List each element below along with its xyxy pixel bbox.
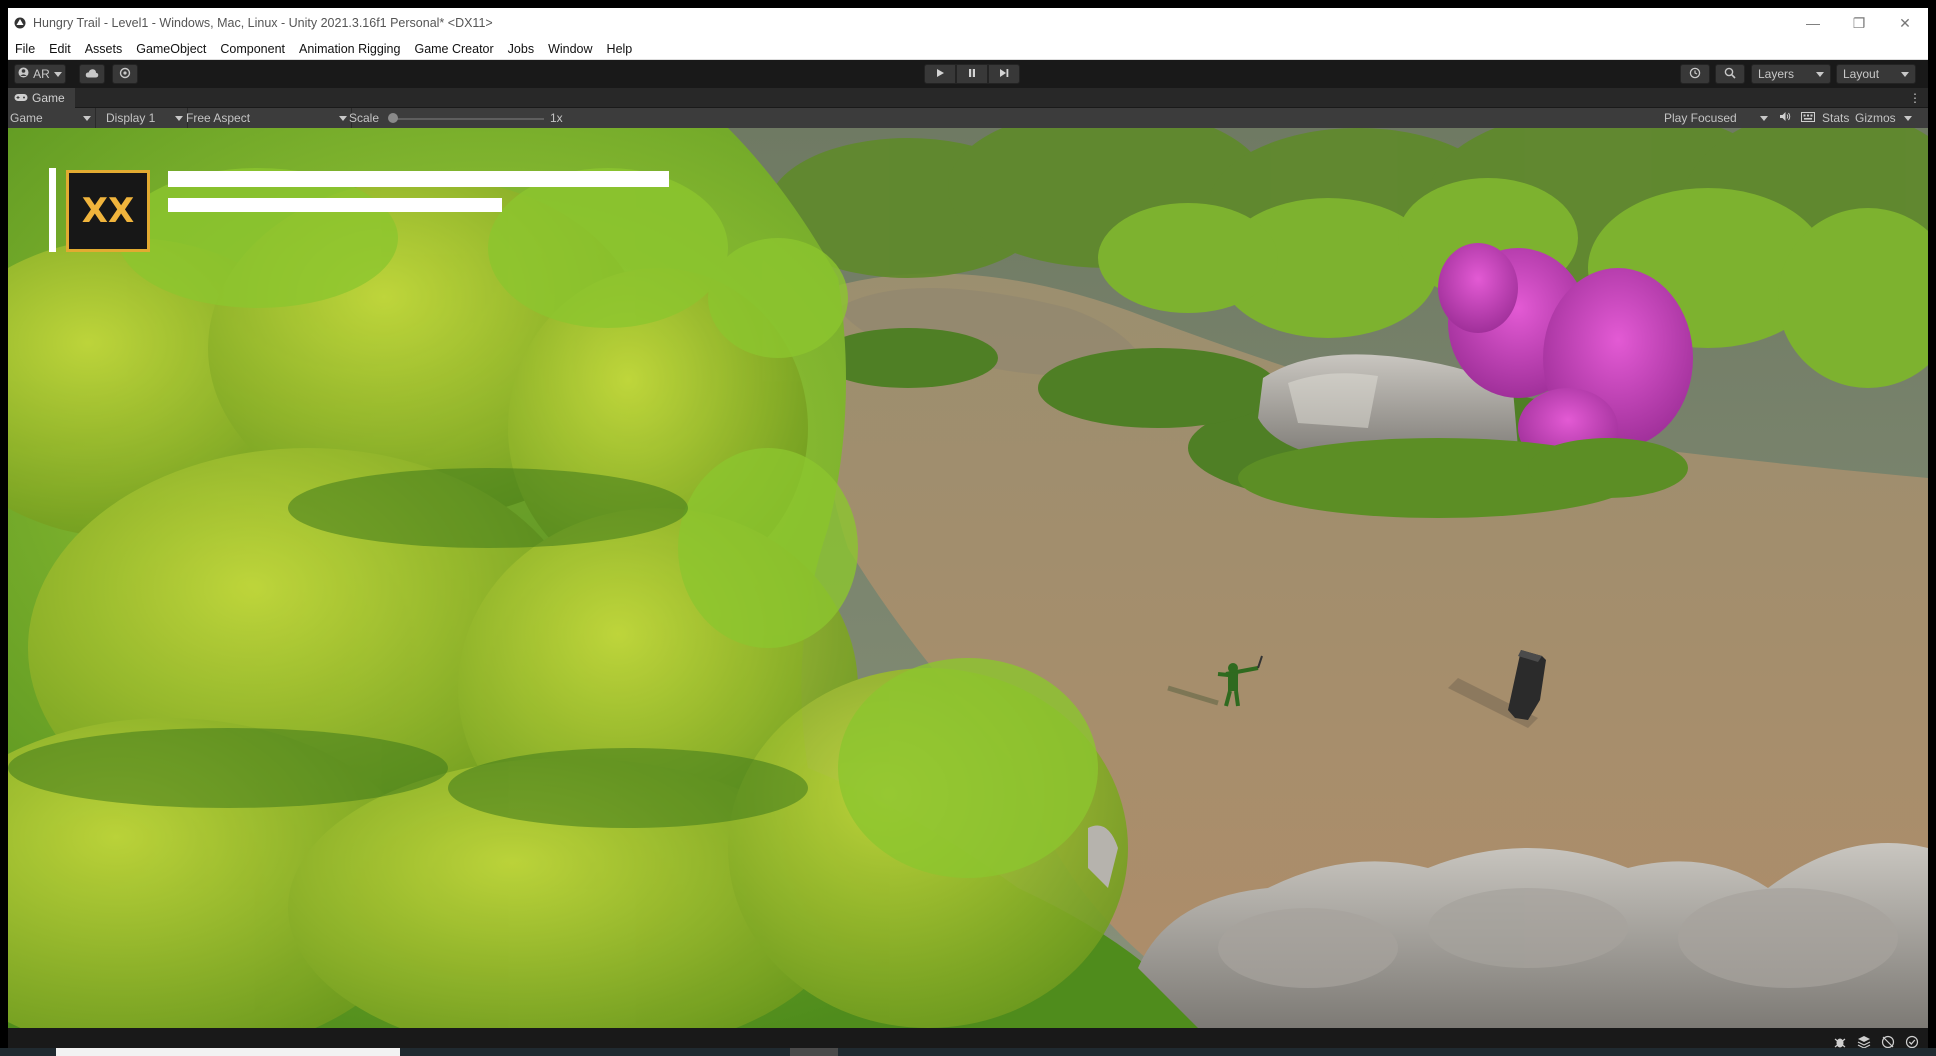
more-options-icon[interactable]: ⋮ — [1909, 91, 1921, 105]
menu-jobs[interactable]: Jobs — [501, 38, 541, 60]
minimize-button[interactable]: — — [1790, 8, 1836, 38]
title-bar: Hungry Trail - Level1 - Windows, Mac, Li… — [8, 8, 1928, 38]
view-mode-dropdown[interactable]: Game — [8, 108, 96, 128]
chevron-down-icon — [1760, 115, 1768, 121]
collab-icon — [119, 67, 131, 82]
unity-editor-window: Hungry Trail - Level1 - Windows, Mac, Li… — [8, 8, 1928, 1056]
unity-logo-icon — [13, 16, 27, 30]
keyboard-icon — [1801, 111, 1815, 125]
playmode-controls — [924, 64, 1020, 84]
menu-file[interactable]: File — [8, 38, 42, 60]
main-toolbar: AR Layers Layout — [8, 60, 1928, 88]
aspect-label: Free Aspect — [186, 111, 251, 125]
account-icon — [18, 67, 29, 81]
menu-assets[interactable]: Assets — [78, 38, 130, 60]
game-tab-row: Game ⋮ — [8, 87, 1928, 108]
chevron-down-icon — [83, 115, 91, 121]
chevron-down-icon — [339, 115, 347, 121]
cloud-button[interactable] — [79, 64, 105, 84]
scale-slider-handle[interactable] — [388, 113, 398, 123]
shortcuts-button[interactable] — [1799, 110, 1817, 126]
search-icon — [1724, 67, 1736, 82]
undo-history-button[interactable] — [1680, 64, 1710, 84]
menu-game-creator[interactable]: Game Creator — [407, 38, 500, 60]
account-label: AR — [33, 67, 50, 81]
hud-subtitle-bar — [168, 198, 502, 212]
gizmos-label: Gizmos — [1855, 111, 1896, 125]
chevron-down-icon — [175, 115, 183, 121]
aspect-dropdown[interactable]: Free Aspect — [184, 108, 352, 128]
scale-slider-track[interactable] — [392, 118, 544, 120]
taskbar-app[interactable] — [790, 1048, 838, 1056]
layout-dropdown[interactable]: Layout — [1836, 64, 1916, 84]
display-dropdown[interactable]: Display 1 — [104, 108, 188, 128]
game-view-toolbar: Game Display 1 Free Aspect Scale 1x Play… — [8, 108, 1928, 128]
menu-bar: File Edit Assets GameObject Component An… — [8, 38, 1928, 60]
step-button[interactable] — [988, 64, 1020, 84]
layers-dropdown[interactable]: Layers — [1751, 64, 1831, 84]
audio-mute-button[interactable] — [1776, 110, 1794, 126]
menu-help[interactable]: Help — [600, 38, 640, 60]
gizmos-dropdown[interactable]: Gizmos — [1855, 108, 1912, 128]
menu-component[interactable]: Component — [213, 38, 292, 60]
chevron-down-icon — [1903, 115, 1912, 121]
menu-window[interactable]: Window — [541, 38, 599, 60]
game-view-render[interactable]: XX — [8, 128, 1928, 1028]
play-mode-label: Play Focused — [1664, 111, 1737, 125]
restore-button[interactable]: ❐ — [1836, 8, 1882, 38]
hud-accent-bar — [49, 168, 56, 252]
history-icon — [1689, 67, 1701, 82]
play-button[interactable] — [924, 64, 956, 84]
scale-label: Scale — [349, 111, 380, 125]
play-icon — [935, 67, 945, 81]
speaker-icon — [1779, 111, 1791, 125]
view-mode-label: Game — [10, 111, 43, 125]
cloud-icon — [85, 67, 99, 81]
close-button[interactable]: ✕ — [1882, 8, 1928, 38]
tab-game[interactable]: Game — [8, 87, 75, 108]
menu-gameobject[interactable]: GameObject — [129, 38, 213, 60]
account-dropdown[interactable]: AR — [14, 64, 66, 84]
tab-game-label: Game — [32, 90, 65, 105]
chevron-down-icon — [1816, 71, 1824, 77]
menu-animation-rigging[interactable]: Animation Rigging — [292, 38, 407, 60]
layers-label: Layers — [1758, 67, 1795, 81]
step-icon — [999, 67, 1009, 81]
forest-scene — [8, 128, 1928, 1028]
chevron-down-icon — [53, 71, 62, 77]
hud-badge: XX — [66, 170, 150, 252]
menu-edit[interactable]: Edit — [42, 38, 78, 60]
stats-button[interactable]: Stats — [1822, 111, 1849, 125]
search-button[interactable] — [1715, 64, 1745, 84]
pause-button[interactable] — [956, 64, 988, 84]
hud-title-bar — [168, 171, 669, 187]
pause-icon — [967, 67, 977, 81]
play-mode-dropdown[interactable]: Play Focused — [1660, 108, 1772, 128]
chevron-down-icon — [1901, 71, 1909, 77]
collab-button[interactable] — [112, 64, 138, 84]
scale-value: 1x — [550, 111, 563, 125]
gamepad-icon — [14, 91, 28, 105]
layout-label: Layout — [1843, 67, 1880, 81]
window-title: Hungry Trail - Level1 - Windows, Mac, Li… — [33, 16, 493, 30]
display-label: Display 1 — [106, 111, 156, 125]
taskbar-search[interactable] — [56, 1048, 400, 1056]
